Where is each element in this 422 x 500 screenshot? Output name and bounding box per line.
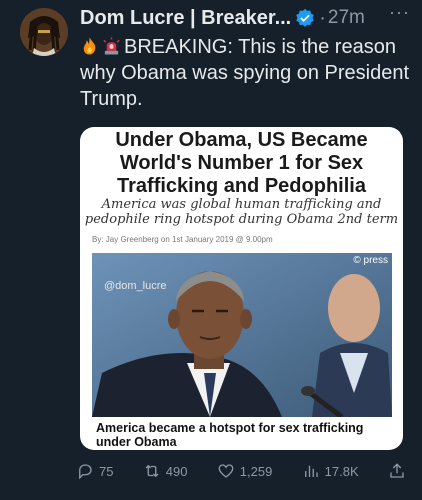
share-button[interactable] xyxy=(388,462,406,480)
avatar[interactable] xyxy=(20,8,68,56)
reply-button[interactable]: 75 xyxy=(76,462,113,480)
share-icon xyxy=(390,463,404,478)
repost-count: 490 xyxy=(165,463,188,479)
card-headline: Under Obama, US Became World's Number 1 … xyxy=(115,129,368,197)
separator-dot: · xyxy=(319,6,326,29)
card-byline: By: Jay Greenberg on 1st January 2019 @ … xyxy=(92,235,273,244)
fire-emoji-icon xyxy=(83,37,96,55)
tweet-header: Dom Lucre | Breaker... · 27m ··· xyxy=(80,2,412,30)
action-bar: 75 490 1,259 17.8K xyxy=(76,460,406,482)
photo-watermark: @dom_lucre xyxy=(104,280,167,292)
card-caption: America became a hotspot for sex traffic… xyxy=(96,421,364,449)
reply-count: 75 xyxy=(99,463,114,479)
view-count: 17.8K xyxy=(324,463,359,479)
tweet-body: BREAKING: This is the reason why Obama w… xyxy=(80,36,410,110)
views-icon xyxy=(304,465,318,477)
repost-icon xyxy=(145,464,159,478)
heart-icon xyxy=(218,464,234,478)
reply-icon xyxy=(79,464,92,480)
card-subheadline: America was global human trafficking and… xyxy=(84,197,399,227)
views-button[interactable]: 17.8K xyxy=(302,462,359,480)
photo-credit: © press xyxy=(353,255,388,266)
verified-badge-icon xyxy=(296,8,314,27)
link-card[interactable]: Under Obama, US Became World's Number 1 … xyxy=(80,127,403,450)
like-count: 1,259 xyxy=(239,463,273,479)
display-name[interactable]: Dom Lucre | Breaker... xyxy=(80,7,291,30)
more-options-icon[interactable]: ··· xyxy=(389,2,410,23)
like-button[interactable]: 1,259 xyxy=(217,462,273,480)
card-photo: © press @dom_lucre xyxy=(92,253,392,417)
tweet-text: BREAKING: This is the reason why Obama w… xyxy=(80,34,410,112)
repost-button[interactable]: 490 xyxy=(143,462,188,480)
timestamp[interactable]: 27m xyxy=(328,7,365,29)
siren-emoji-icon xyxy=(103,37,120,55)
